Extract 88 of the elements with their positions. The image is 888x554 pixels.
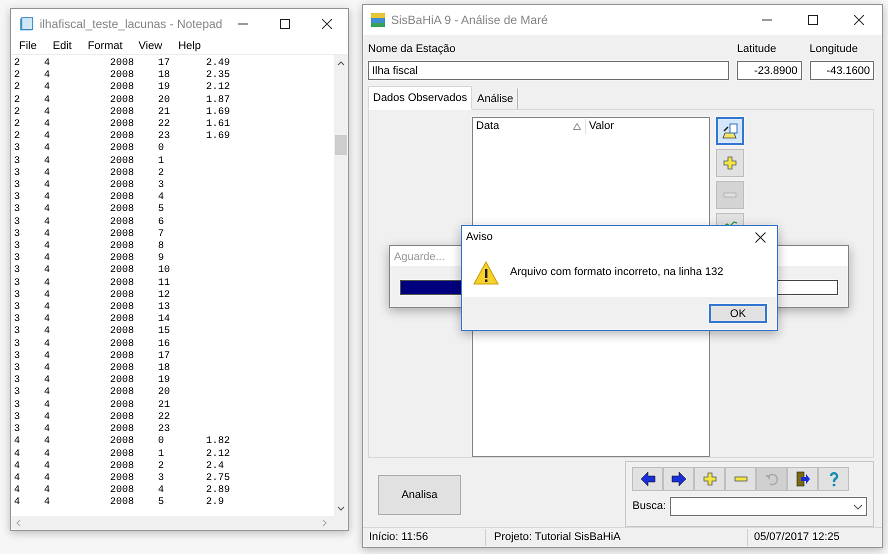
scrollbar-thumb[interactable] [335,135,347,155]
text-line: 3 4 2008 8 [14,241,164,253]
field-label: Longitude [810,42,859,57]
tool-button[interactable] [716,117,744,145]
tab[interactable]: Dados Observados [368,86,472,110]
text-line: 3 4 2008 23 [14,424,170,436]
text-line: 3 4 2008 11 [14,278,170,290]
alert-message: Arquivo com formato incorreto, na linha 132 [510,265,724,280]
notepad-icon [19,16,34,32]
window-title: SisBaHiA 9 - Análise de Maré [391,12,549,29]
text-line: 2 4 2008 23 1.69 [14,131,230,143]
close-icon[interactable] [754,232,766,242]
text-line: 3 4 2008 22 [14,412,170,424]
search-label: Busca: [632,499,666,514]
menu-item[interactable]: Help [170,38,209,55]
maximize-icon[interactable] [808,15,818,25]
status-text: Início: 11:56 [363,529,486,546]
text-line: 4 4 2008 0 1.82 [14,436,230,448]
maximize-icon[interactable] [280,19,290,29]
text-line: 3 4 2008 13 [14,302,170,314]
text-line: 3 4 2008 7 [14,228,164,241]
text-line: 3 4 2008 1 [14,156,164,168]
close-icon[interactable] [322,19,332,29]
menu-item[interactable]: File [11,38,45,55]
header-label: Data [476,118,500,134]
text-line: 3 4 2008 0 [14,143,164,156]
text-line: 3 4 2008 12 [14,290,170,302]
text-line: 3 4 2008 5 [14,204,164,217]
close-icon[interactable] [854,15,864,25]
window-title: ilhafiscal_teste_lacunas - Notepad [40,16,222,33]
menu-item[interactable]: Edit [44,38,80,55]
plus-icon [702,471,718,487]
nav-button[interactable] [787,467,818,491]
column-header[interactable]: Valor [586,118,704,134]
analyze-button[interactable]: Analisa [378,475,461,515]
header-label: Valor [589,118,614,134]
status-text: 05/07/2017 12:25 [753,530,841,546]
text-line: 3 4 2008 16 [14,338,170,351]
text-line: 2 4 2008 18 2.35 [14,70,230,82]
dropdown-icon [853,504,863,510]
text-line: 3 4 2008 2 [14,168,164,180]
column-header[interactable]: Data [473,118,586,134]
text-line: 4 4 2008 4 2.89 [14,485,230,497]
nav-button[interactable] [632,467,664,491]
dialog-title: Aviso [466,230,494,245]
text-line: 3 4 2008 18 [14,363,170,375]
dialog-title: Aguarde... [394,251,445,263]
text-line: 3 4 2008 4 [14,192,164,204]
text-line: 2 4 2008 19 2.12 [14,82,230,95]
app-logo-icon [371,13,385,27]
text-line: 2 4 2008 21 1.69 [14,106,230,119]
warning-icon [473,260,499,284]
field-label: Nome da Estação [368,42,456,57]
text-line: 2 4 2008 20 1.87 [14,94,230,107]
tool-button[interactable] [716,149,744,177]
text-field[interactable]: Ilha fiscal [368,60,730,80]
text-line: 4 4 2008 5 2.9 [14,497,224,510]
text-line: 3 4 2008 20 [14,387,170,400]
text-line: 4 4 2008 2 2.4 [14,460,224,473]
right-arrow-icon [670,471,687,487]
text-line: 3 4 2008 9 [14,253,164,265]
text-line: 3 4 2008 14 [14,314,170,326]
text-line: 3 4 2008 3 [14,180,164,192]
text-line: 3 4 2008 6 [14,216,164,229]
left-arrow-icon [640,471,656,487]
text-line: 3 4 2008 15 [14,326,170,339]
status-text: Projeto: Tutorial SisBaHiA [486,529,748,546]
text-line: 3 4 2008 17 [14,350,170,363]
plus-icon [722,155,738,171]
menu-item[interactable]: View [130,38,170,55]
text-line: 3 4 2008 10 [14,265,170,278]
text-line: 3 4 2008 19 [14,375,170,387]
text-line: 2 4 2008 17 2.49 [14,58,230,70]
search-combo[interactable] [670,497,867,516]
text-field[interactable]: -23.8900 [737,60,802,80]
open-file-icon [722,123,738,139]
ok-button[interactable]: OK [709,304,767,323]
door-exit-icon [794,471,811,487]
sort-arrow-icon [573,122,581,130]
menu-item[interactable]: Format [80,38,131,55]
text-line: 2 4 2008 22 1.61 [14,119,230,131]
text-line: 4 4 2008 1 2.12 [14,448,230,461]
text-line: 3 4 2008 21 [14,400,170,412]
nav-button[interactable] [663,467,694,491]
text-line: 4 4 2008 3 2.75 [14,472,230,485]
text-field[interactable]: -43.1600 [810,60,874,80]
field-label: Latitude [737,42,778,57]
undo-icon [764,471,780,487]
